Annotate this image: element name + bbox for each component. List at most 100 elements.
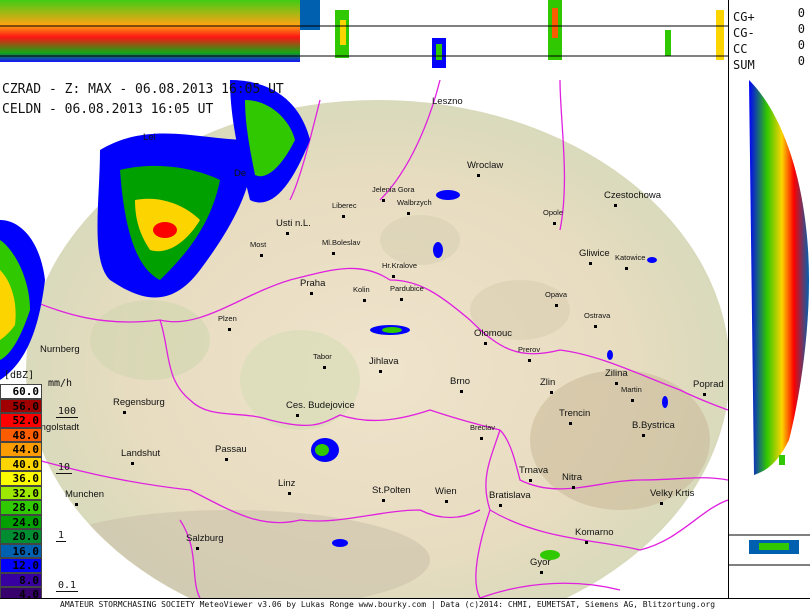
city-marker-ostrava	[594, 325, 597, 328]
city-label-gliwice: Gliwice	[579, 248, 610, 259]
legend-step: 36.0	[0, 471, 42, 486]
city-marker-jelenia-gora	[382, 199, 385, 202]
stat-row-sum: SUM 0	[733, 54, 807, 73]
city-marker-trnava	[529, 479, 532, 482]
city-label-ces-budejovice: Ces. Budejovice	[286, 400, 355, 411]
side-cross-section-echoes	[729, 80, 810, 566]
city-label-tabor: Tabor	[313, 352, 332, 361]
city-marker-martin	[631, 399, 634, 402]
city-label-linz: Linz	[278, 478, 296, 489]
top-cross-section-panel	[0, 0, 728, 81]
map-canvas	[0, 80, 728, 598]
legend-mmh-mark: 1	[56, 530, 67, 542]
legend-step: 12.0	[0, 558, 42, 573]
city-marker-kolin	[363, 299, 366, 302]
city-marker-linz	[288, 492, 291, 495]
city-label-gyor: Gyor	[530, 557, 551, 568]
legend-step: 60.0	[0, 384, 42, 399]
legend-step: 8.0	[0, 572, 42, 587]
city-label-jelenia-gora: Jelenia Gora	[372, 185, 415, 194]
city-marker-opole	[553, 222, 556, 225]
city-marker-hr-kralove	[392, 275, 395, 278]
city-marker-walbrzych	[407, 212, 410, 215]
city-label-wien: Wien	[435, 486, 457, 497]
city-label-prerov: Prerov	[518, 345, 541, 354]
city-label-zlin: Zlin	[540, 377, 556, 388]
city-label-most: Most	[250, 240, 267, 249]
header-line-1: CZRAD - Z: MAX - 06.08.2013 16:05 UT	[2, 82, 284, 97]
echo-columns-right	[432, 0, 724, 68]
lightning-stats-panel: CG+ 0 CG- 0 CC 0 SUM 0	[728, 0, 810, 81]
city-label-salzburg: Salzburg	[186, 533, 224, 544]
legend-step: 24.0	[0, 514, 42, 529]
city-label-hr-kralove: Hr.Kralove	[382, 261, 418, 270]
city-label-wroclaw: Wroclaw	[467, 160, 504, 171]
city-marker-poprad	[703, 393, 706, 396]
legend-step: 16.0	[0, 543, 42, 558]
city-label-passau: Passau	[215, 444, 247, 455]
city-marker-b-bystrica	[642, 434, 645, 437]
city-label-nitra: Nitra	[562, 472, 583, 483]
city-label-b-bystrica: B.Bystrica	[632, 420, 675, 431]
city-label-jihlava: Jihlava	[369, 356, 399, 367]
city-marker-bratislava	[499, 504, 502, 507]
city-marker-velky-krtis	[660, 502, 663, 505]
city-label-brno: Brno	[450, 376, 471, 387]
city-label-trnava: Trnava	[519, 465, 549, 476]
city-marker-passau	[225, 458, 228, 461]
city-label-katowice: Katowice	[615, 253, 646, 262]
city-marker-zlin	[550, 391, 553, 394]
stat-value: 0	[797, 22, 805, 36]
city-marker-ces-budejovice	[296, 414, 299, 417]
city-marker-salzburg	[196, 547, 199, 550]
city-label-poprad: Poprad	[693, 379, 724, 390]
echo-columns-left	[0, 0, 349, 62]
legend-step: 40.0	[0, 456, 42, 471]
city-marker-usti-n-l-	[286, 232, 289, 235]
city-marker-opava	[555, 304, 558, 307]
legend-step: 32.0	[0, 485, 42, 500]
city-label-opole: Opole	[543, 208, 564, 217]
city-label-olomouc: Olomouc	[474, 328, 513, 339]
city-marker-tabor	[323, 366, 326, 369]
city-marker-liberec	[342, 215, 345, 218]
city-marker-gliwice	[589, 262, 592, 265]
city-marker-brno	[460, 390, 463, 393]
footer-bar: AMATEUR STORMCHASING SOCIETY MeteoViewer…	[0, 598, 810, 611]
city-label-praha: Praha	[300, 278, 326, 289]
city-marker-breclav	[480, 437, 483, 440]
stat-value: 0	[797, 54, 805, 68]
legend-step: 52.0	[0, 413, 42, 428]
stat-label: SUM	[733, 58, 755, 72]
city-label-velky-krtis: Velky Krtis	[650, 488, 695, 499]
city-label-pardubice: Pardubice	[390, 284, 424, 293]
legend-step: 56.0	[0, 398, 42, 413]
city-label-zilina: Zilina	[605, 368, 628, 379]
city-marker-katowice	[625, 267, 628, 270]
radar-map[interactable]: CZRAD - Z: MAX - 06.08.2013 16:05 UT CEL…	[0, 80, 728, 598]
city-label-opava: Opava	[545, 290, 568, 299]
city-marker-st-polten	[382, 499, 385, 502]
city-marker-zilina	[615, 382, 618, 385]
legend-mmh-mark: 10	[56, 462, 73, 474]
legend-unit-dbz: [dBZ]	[4, 370, 35, 381]
city-label-bratislava: Bratislava	[489, 490, 531, 501]
city-label-landshut: Landshut	[121, 448, 161, 459]
city-marker-gyor	[540, 571, 543, 574]
header-line-2: CELDN - 06.08.2013 16:05 UT	[2, 102, 214, 117]
city-label-czestochowa: Czestochowa	[604, 190, 662, 201]
city-label-breclav: Breclav	[470, 423, 496, 432]
legend-steps: 60.0 56.0 52.0 48.0 44.0 40.0 36.0 32.0 28.0 24.0…	[0, 384, 42, 610]
dbz-legend: [dBZ] mm/h 60.0 56.0 52.0 48.0 44.0 40.0 36.0 3…	[0, 370, 82, 610]
city-marker-olomouc	[484, 342, 487, 345]
top-cross-section-echoes	[0, 0, 728, 68]
stat-value: 0	[797, 38, 805, 52]
footer-credits: AMATEUR STORMCHASING SOCIETY MeteoViewer…	[60, 600, 716, 609]
city-marker-landshut	[131, 462, 134, 465]
city-label-de: De	[234, 168, 247, 179]
city-marker-pardubice	[400, 298, 403, 301]
city-marker-regensburg	[123, 411, 126, 414]
city-label-komarno: Komarno	[575, 527, 614, 538]
city-marker-komarno	[585, 541, 588, 544]
city-marker-plzen	[228, 328, 231, 331]
